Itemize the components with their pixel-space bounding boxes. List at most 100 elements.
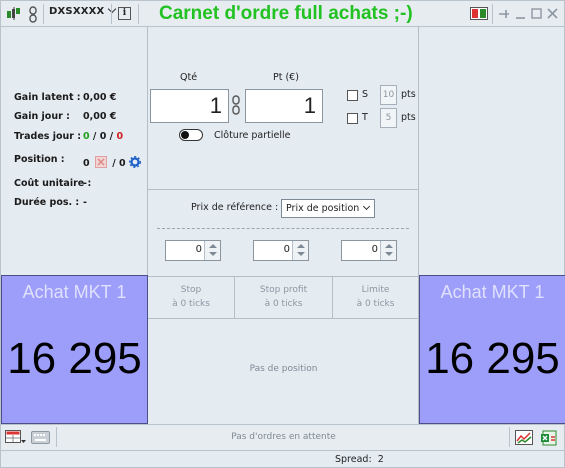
stat-label: Trades jour : — [14, 131, 82, 142]
arrow-down-icon[interactable] — [385, 252, 393, 256]
status-bar: Spread: 2 — [0, 451, 565, 468]
spread-readout: Spread: 2 — [335, 454, 384, 465]
stop-checkbox[interactable] — [347, 90, 358, 101]
gear-icon[interactable] — [129, 156, 141, 168]
stat-value: 0,00 € — [83, 92, 117, 103]
sub-header-title: Stop — [180, 285, 202, 295]
reference-select[interactable]: Prix de position — [281, 199, 375, 218]
trades-loss-count: 0 — [116, 131, 124, 142]
arrow-up-icon[interactable] — [297, 244, 305, 248]
reference-label: Prix de référence : — [191, 202, 279, 213]
toggle-knob — [181, 131, 189, 139]
pts-unit: pts — [401, 112, 416, 123]
trades-mid-count: 0 — [99, 131, 107, 142]
divider — [509, 427, 510, 447]
window-title: Carnet d'ordre full achats ;-) — [159, 3, 413, 24]
stepper-value: 0 — [195, 244, 202, 255]
stop-pts-input[interactable]: 10 — [380, 85, 397, 105]
chevron-down-icon — [108, 4, 117, 14]
partial-close-label: Clôture partielle — [214, 130, 291, 141]
target-label: T — [362, 112, 368, 123]
sub-header-ticks: à 0 ticks — [356, 299, 395, 309]
dashed-divider — [157, 228, 409, 229]
target-pts-input[interactable]: 5 — [380, 108, 397, 128]
stat-label: Coût unitaire : — [14, 178, 92, 189]
arrow-up-icon[interactable] — [385, 244, 393, 248]
quantity-input[interactable]: 1 — [150, 89, 229, 123]
instrument-selector[interactable]: DXSXXXX — [49, 4, 117, 17]
divider — [43, 4, 44, 24]
reference-select-value: Prix de position — [286, 203, 360, 214]
stop-header[interactable]: Stop à 0 ticks — [148, 277, 234, 318]
stepper-arrows[interactable] — [380, 241, 396, 260]
stat-label: Gain latent : — [14, 92, 81, 103]
chart-check-icon[interactable] — [515, 430, 533, 449]
partial-close-toggle[interactable] — [179, 129, 203, 141]
trades-counts: 0 / 0 / 0 — [83, 131, 124, 142]
stepper-arrows[interactable] — [204, 241, 220, 260]
link-icon[interactable] — [28, 6, 38, 26]
stat-value: 0,00 € — [83, 111, 117, 122]
minimize-icon[interactable] — [515, 8, 526, 23]
sub-header-ticks: à 0 ticks — [264, 299, 303, 309]
main-panel: Gain latent : 0,00 € Gain jour : 0,00 € … — [0, 27, 565, 424]
stepper-value: 0 — [371, 244, 378, 255]
stat-label: Gain jour : — [14, 111, 70, 122]
stop-ticks-stepper[interactable]: 0 — [165, 240, 221, 261]
chart-icon[interactable] — [6, 6, 21, 24]
target-checkbox[interactable] — [347, 113, 358, 124]
sub-header-ticks: à 0 ticks — [172, 299, 210, 309]
pt-label: Pt (€) — [273, 72, 299, 83]
section-divider — [148, 318, 418, 319]
title-bar: DXSXXXX i Carnet d'ordre full achats ;-) — [0, 0, 565, 27]
point-value-input[interactable]: 1 — [245, 89, 323, 123]
buy-market-button-right[interactable]: Achat MKT 1 16 295 — [419, 275, 565, 424]
divider — [492, 4, 493, 24]
stop-label: S — [362, 89, 369, 100]
stat-value: - — [83, 178, 87, 189]
pending-orders-text: Pas d'ordres en attente — [231, 432, 336, 442]
pts-unit: pts — [401, 89, 416, 100]
stepper-arrows[interactable] — [292, 241, 308, 260]
trades-win-count: 0 — [83, 131, 90, 142]
close-position-icon[interactable] — [94, 156, 107, 168]
stop-profit-ticks-stepper[interactable]: 0 — [253, 240, 309, 261]
buy-market-button-left[interactable]: Achat MKT 1 16 295 — [1, 275, 148, 424]
stat-label: Position : — [14, 154, 65, 165]
arrow-down-icon[interactable] — [209, 252, 217, 256]
instrument-label: DXSXXXX — [49, 6, 105, 17]
buy-price: 16 295 — [7, 334, 142, 383]
sub-header-title: Limite — [361, 285, 390, 295]
section-divider — [148, 189, 418, 190]
qty-label: Qté — [180, 72, 198, 83]
spread-value: 2 — [377, 454, 384, 465]
stat-value: - — [83, 197, 87, 208]
limit-header[interactable]: Limite à 0 ticks — [333, 277, 418, 318]
stat-label: Durée pos. : — [14, 197, 80, 208]
bottom-toolbar: Pas d'ordres en attente — [0, 424, 565, 451]
link-icon[interactable] — [231, 95, 241, 118]
layout-icon[interactable] — [470, 7, 488, 23]
spread-label: Spread: — [335, 454, 372, 465]
maximize-icon[interactable] — [531, 8, 542, 23]
position-second-count: 0 — [119, 158, 126, 169]
arrow-down-icon[interactable] — [297, 252, 305, 256]
stop-profit-header[interactable]: Stop profit à 0 ticks — [235, 277, 332, 318]
stepper-value: 0 — [283, 244, 290, 255]
pin-icon[interactable] — [498, 8, 510, 23]
position-values: 0 / 0 — [83, 154, 141, 169]
info-icon[interactable]: i — [118, 7, 131, 20]
arrow-up-icon[interactable] — [209, 244, 217, 248]
divider — [111, 4, 112, 24]
excel-export-icon[interactable] — [540, 429, 558, 450]
close-icon[interactable] — [547, 8, 558, 23]
position-count: 0 — [83, 158, 90, 169]
sub-header-title: Stop profit — [259, 285, 308, 295]
divider — [138, 4, 139, 24]
chevron-down-icon — [362, 202, 371, 211]
buy-caption: Achat MKT 1 — [22, 282, 127, 302]
limit-ticks-stepper[interactable]: 0 — [341, 240, 397, 261]
no-position-text: Pas de position — [249, 364, 318, 374]
buy-caption: Achat MKT 1 — [440, 282, 545, 302]
buy-price: 16 295 — [425, 334, 560, 383]
